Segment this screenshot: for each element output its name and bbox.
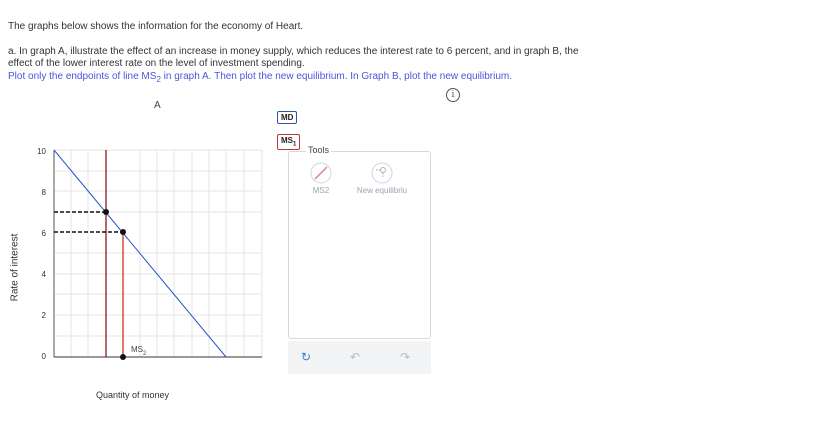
ms2-tool-label: MS2 — [312, 186, 330, 195]
equilibrium-1-point — [103, 209, 109, 215]
tools-label: Tools — [306, 145, 332, 155]
line-tool-icon — [310, 162, 332, 184]
ms2-tool-button[interactable]: MS2 — [300, 162, 342, 195]
new-equilibrium-tool-button[interactable]: New equilibriu — [352, 162, 412, 195]
new-equilibrium-point — [120, 229, 126, 235]
ms2-label: MS2 — [131, 345, 147, 357]
redo-icon[interactable]: ↷ — [400, 351, 410, 363]
grid — [54, 149, 263, 357]
ms2-bottom-endpoint — [120, 354, 126, 360]
undo-icon[interactable]: ↶ — [350, 351, 360, 363]
point-tool-icon — [371, 162, 393, 184]
ms1-legend-chip: MS1 — [277, 134, 301, 150]
graph-action-bar: ↻ ↶ ↷ — [288, 341, 431, 374]
new-equilibrium-tool-label: New equilibriu — [356, 186, 408, 195]
md-legend-chip: MD — [277, 111, 298, 124]
reset-icon[interactable]: ↻ — [301, 351, 311, 363]
